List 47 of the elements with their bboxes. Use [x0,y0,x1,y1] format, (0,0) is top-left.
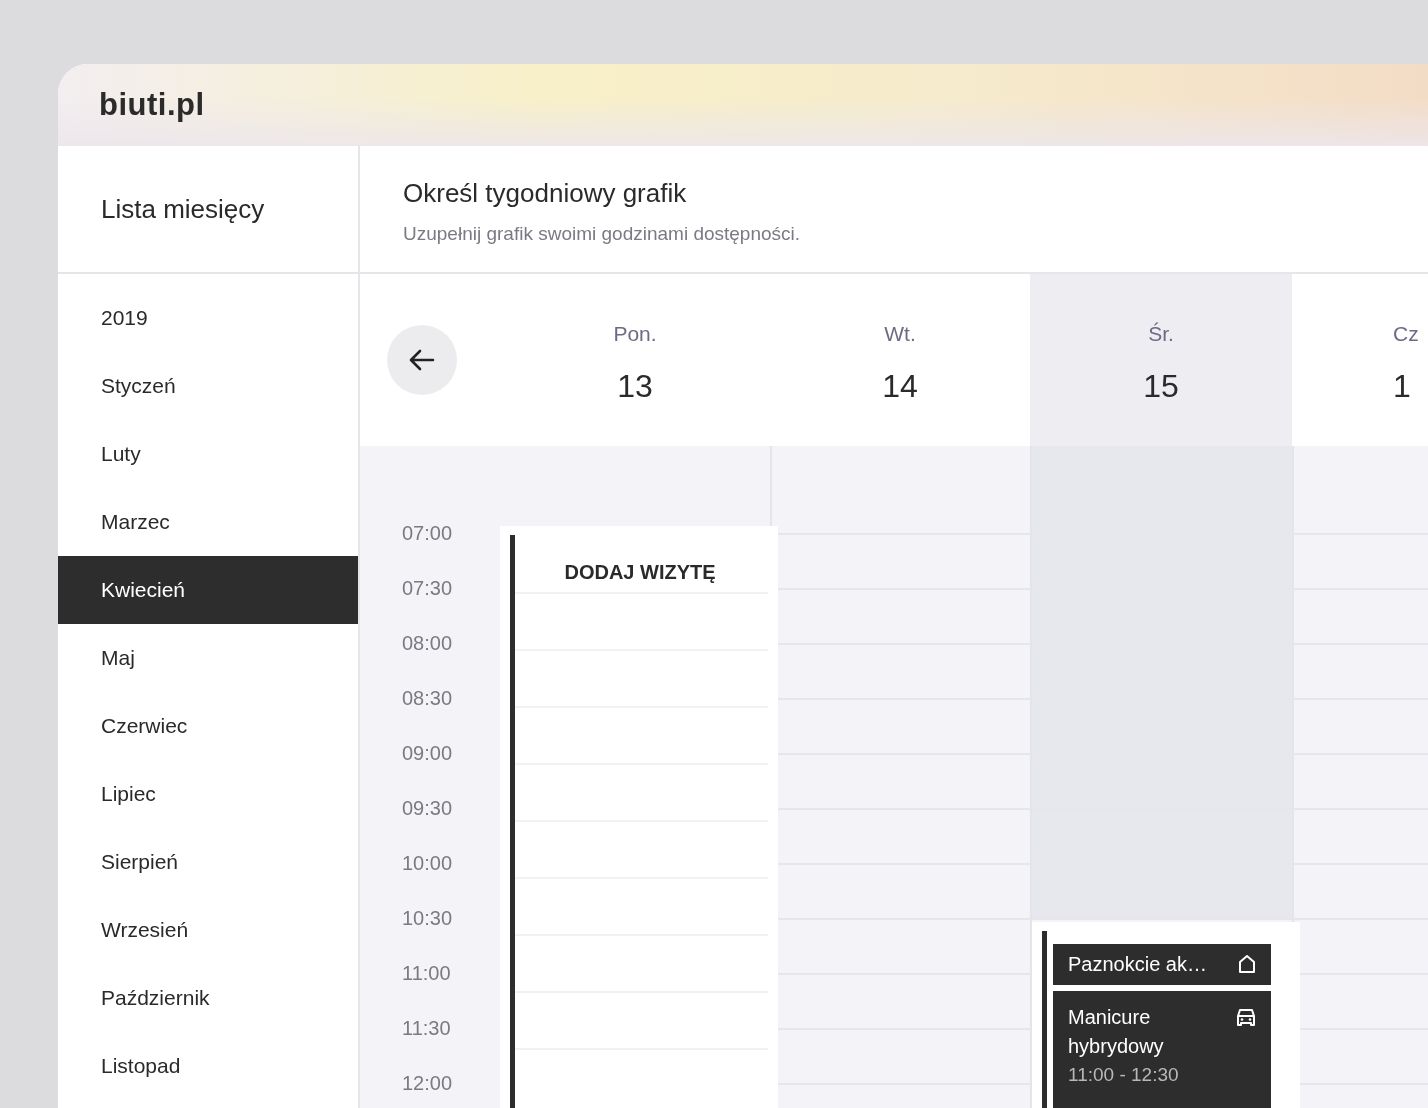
month-item[interactable]: Wrzesień [58,896,358,964]
time-label: 12:00 [402,1072,453,1094]
month-item[interactable]: Czerwiec [58,692,358,760]
month-item[interactable]: Styczeń [58,352,358,420]
day-date: 1 [1393,368,1411,405]
time-label: 07:30 [402,577,453,599]
day-name: Cz [1393,322,1419,346]
day-name: Pon. [613,322,657,346]
appointment[interactable]: Manicure hybrydowy 11:00 - 12:30 [1053,991,1271,1108]
month-item[interactable]: Lipiec [58,760,358,828]
appointment-title: Paznokcie ak… [1068,952,1208,977]
time-label: 08:30 [402,687,453,709]
page-title: Określ tygodniowy grafik [403,178,688,209]
day-date: 13 [617,368,653,405]
appointment-title: Manicure hybrydowy [1068,1005,1165,1059]
time-label: 10:30 [402,907,453,929]
time-label: 08:00 [402,632,453,654]
day-date: 15 [1143,368,1179,405]
house-icon [1237,954,1257,974]
day-header[interactable]: Wt. 14 [770,274,1030,446]
month-item[interactable]: Kwiecień [58,556,358,624]
month-item[interactable]: Październik [58,964,358,1032]
time-label: 11:00 [402,962,451,984]
month-item[interactable]: Marzec [58,488,358,556]
time-label: 10:00 [402,852,453,874]
page-subtitle: Uzupełnij grafik swoimi godzinami dostępności. [403,223,802,245]
sidebar-title: Lista miesięcy [101,193,265,225]
time-label: 11:30 [402,1017,451,1039]
day-header[interactable]: Pon. 13 [500,274,770,446]
car-icon [1235,1007,1257,1027]
day-header[interactable]: Cz 1 [1292,274,1428,446]
month-item[interactable]: Maj [58,624,358,692]
month-item[interactable]: Listopad [58,1032,358,1100]
time-label: 07:00 [402,522,453,544]
month-item[interactable]: Luty [58,420,358,488]
time-label: 09:00 [402,742,453,764]
day-header[interactable]: Śr. 15 [1030,274,1292,446]
day-name: Wt. [884,322,916,346]
day-name: Śr. [1148,322,1174,346]
time-label: 09:30 [402,797,453,819]
logo: biuti.pl [99,87,205,123]
appointment-time: 11:00 - 12:30 [1068,1063,1180,1087]
day-date: 14 [882,368,918,405]
add-visit-button[interactable]: DODAJ WIZYTĘ [545,552,735,592]
month-item[interactable]: 2019 [58,284,358,352]
month-item[interactable]: Sierpień [58,828,358,896]
appointment[interactable]: Paznokcie ak… [1053,944,1271,985]
